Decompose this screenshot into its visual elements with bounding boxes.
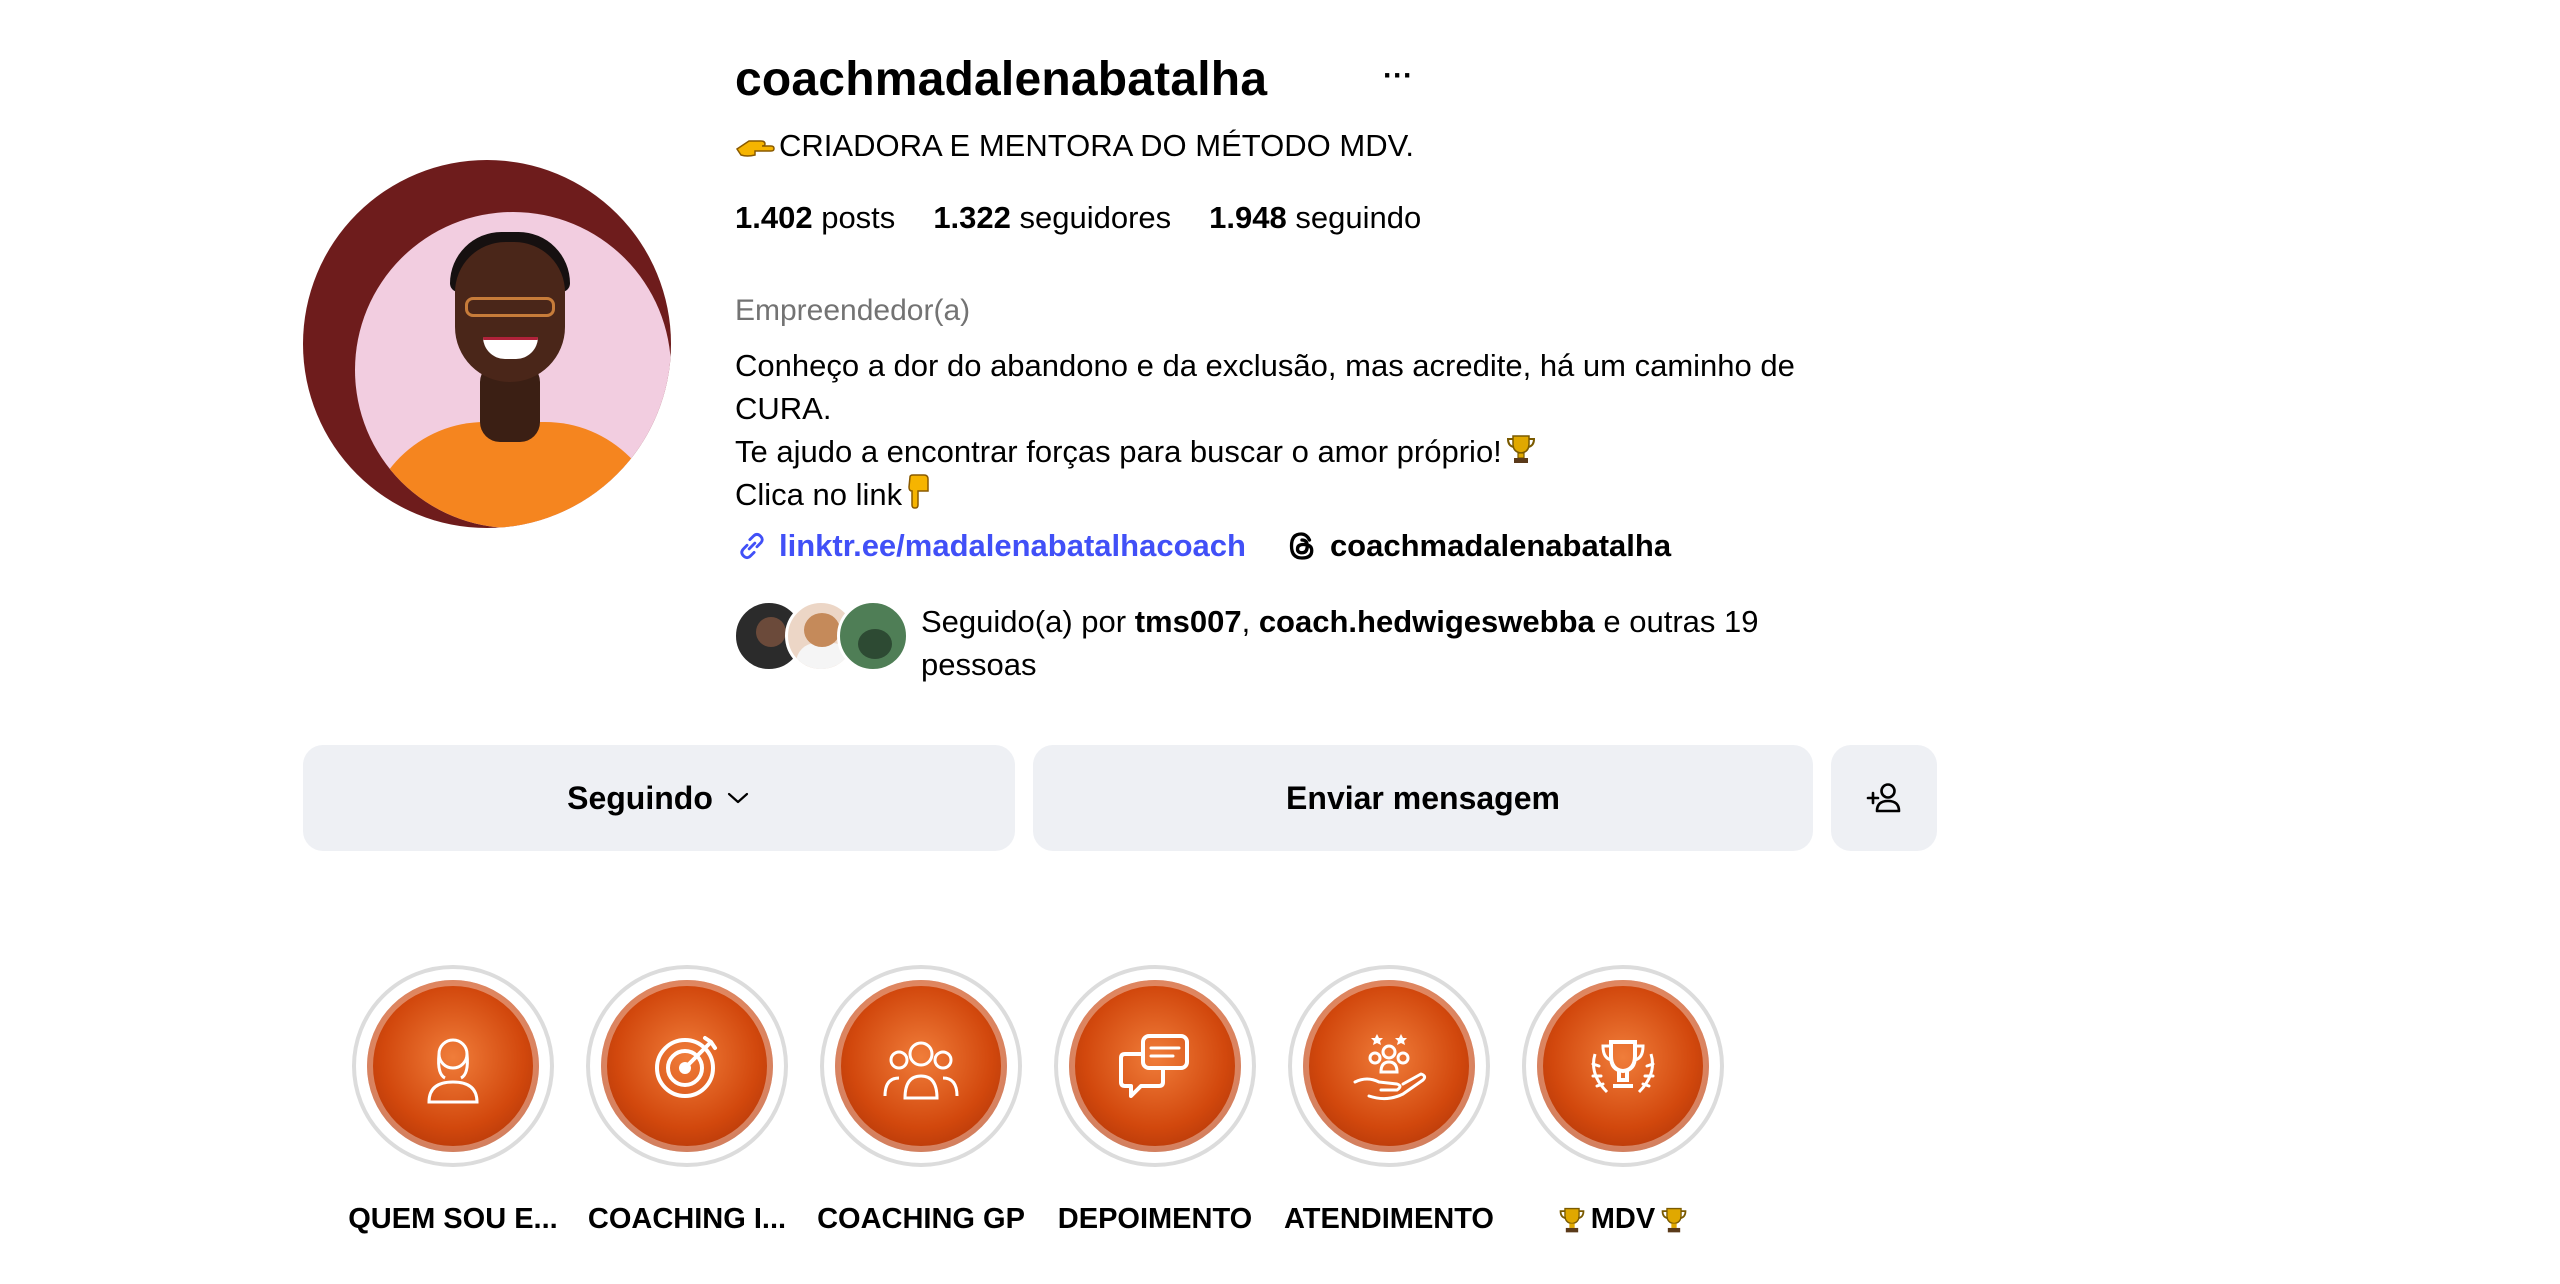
woman-icon bbox=[427, 1038, 479, 1104]
story-highlights: QUEM SOU E... COACHING I... COACHING GP bbox=[336, 965, 1740, 1236]
following-stat[interactable]: 1.948 seguindo bbox=[1209, 200, 1421, 236]
highlight-item[interactable]: QUEM SOU E... bbox=[336, 965, 570, 1236]
highlight-item[interactable]: COACHING I... bbox=[570, 965, 804, 1236]
highlight-item[interactable]: COACHING GP bbox=[804, 965, 1038, 1236]
posts-stat: 1.402 posts bbox=[735, 200, 896, 235]
following-button[interactable]: Seguindo bbox=[303, 745, 1015, 851]
followed-by[interactable]: Seguido(a) por tms007, coach.hedwigesweb… bbox=[733, 600, 1821, 686]
follower-name[interactable]: tms007 bbox=[1135, 604, 1242, 639]
highlight-cover bbox=[352, 965, 554, 1167]
highlight-cover bbox=[586, 965, 788, 1167]
chat-icon bbox=[1119, 1034, 1189, 1098]
followed-by-text: Seguido(a) por tms007, coach.hedwigesweb… bbox=[921, 604, 1759, 682]
hand-people-icon bbox=[1353, 1034, 1427, 1101]
profile-category: Empreendedor(a) bbox=[735, 294, 971, 327]
trophy-laurel-icon bbox=[1591, 1040, 1655, 1094]
highlight-item[interactable]: DEPOIMENTO bbox=[1038, 965, 1272, 1236]
link-text: linktr.ee/madalenabatalhacoach bbox=[779, 528, 1246, 563]
external-link[interactable]: linktr.ee/madalenabatalhacoach bbox=[735, 528, 1246, 564]
send-message-label: Enviar mensagem bbox=[1286, 779, 1560, 816]
followers-stat[interactable]: 1.322 seguidores bbox=[933, 200, 1171, 236]
bio-line: CURA. bbox=[735, 391, 832, 426]
avatar-photo bbox=[355, 212, 671, 528]
threads-handle: coachmadalenabatalha bbox=[1329, 528, 1672, 563]
highlight-cover bbox=[820, 965, 1022, 1167]
trophy-icon bbox=[1559, 1207, 1585, 1232]
bio-line: Clica no link bbox=[735, 473, 1935, 516]
add-person-icon bbox=[1866, 783, 1901, 813]
threads-icon bbox=[1289, 532, 1314, 560]
highlight-label: MDV bbox=[1557, 1203, 1689, 1236]
chevron-down-icon bbox=[727, 792, 748, 804]
highlight-cover bbox=[1054, 965, 1256, 1167]
link-icon bbox=[740, 532, 764, 560]
send-message-button[interactable]: Enviar mensagem bbox=[1033, 745, 1813, 851]
profile-username: coachmadalenabatalha bbox=[735, 53, 1268, 106]
highlight-item[interactable]: MDV bbox=[1506, 965, 1740, 1236]
highlight-item[interactable]: ATENDIMENTO bbox=[1272, 965, 1506, 1236]
profile-stats: 1.402 posts 1.322 seguidores 1.948 segui… bbox=[735, 200, 1421, 236]
bio-line: Te ajudo a encontrar forças para buscar … bbox=[735, 430, 1935, 473]
highlight-label: COACHING I... bbox=[587, 1203, 787, 1235]
follower-name[interactable]: coach.hedwigeswebba bbox=[1259, 604, 1595, 639]
trophy-icon bbox=[1506, 435, 1535, 463]
threads-link[interactable]: coachmadalenabatalha bbox=[1284, 528, 1671, 564]
follower-avatar bbox=[837, 600, 909, 672]
highlight-label: COACHING GP bbox=[817, 1203, 1025, 1235]
suggest-accounts-button[interactable] bbox=[1831, 745, 1937, 851]
highlight-label: QUEM SOU E... bbox=[348, 1203, 558, 1235]
bio-line: Conheço a dor do abandono e da exclusão,… bbox=[735, 348, 1795, 383]
highlight-label: DEPOIMENTO bbox=[1057, 1203, 1253, 1235]
trophy-icon bbox=[1661, 1207, 1687, 1232]
highlight-cover bbox=[1288, 965, 1490, 1167]
pointing-hand-icon bbox=[735, 140, 775, 157]
profile-links: linktr.ee/madalenabatalhacoach coachmada… bbox=[735, 528, 1671, 564]
highlight-label: ATENDIMENTO bbox=[1284, 1203, 1494, 1235]
more-options-button[interactable]: ··· bbox=[1383, 56, 1413, 96]
highlight-cover bbox=[1522, 965, 1724, 1167]
pointing-down-icon bbox=[908, 474, 929, 509]
group-icon bbox=[883, 1041, 959, 1100]
tagline-text: CRIADORA E MENTORA DO MÉTODO MDV. bbox=[779, 128, 1415, 163]
profile-tagline: CRIADORA E MENTORA DO MÉTODO MDV. bbox=[735, 128, 1414, 164]
following-label: Seguindo bbox=[567, 779, 713, 816]
profile-bio: Conheço a dor do abandono e da exclusão,… bbox=[735, 344, 1935, 516]
target-icon bbox=[655, 1036, 717, 1098]
profile-avatar[interactable] bbox=[303, 160, 671, 528]
